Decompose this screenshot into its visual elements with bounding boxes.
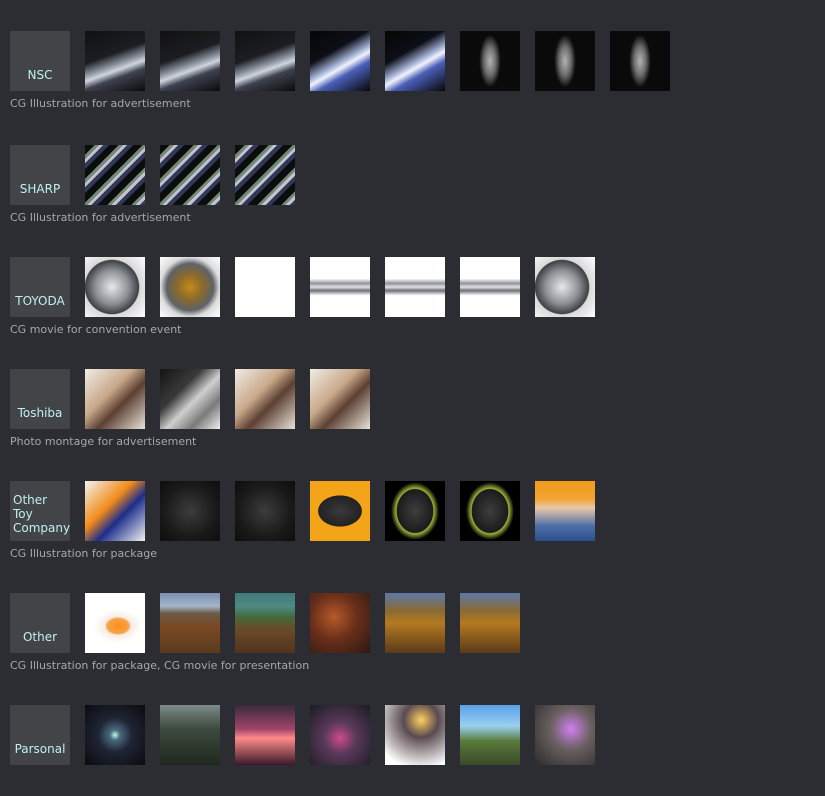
client-label-line: Toshiba — [17, 406, 63, 420]
client-label-line: NSC — [27, 68, 53, 82]
portfolio-thumbnail[interactable] — [385, 257, 445, 317]
portfolio-thumbnail[interactable] — [235, 31, 295, 91]
portfolio-thumbnail[interactable] — [85, 705, 145, 765]
portfolio-thumbnail[interactable] — [160, 481, 220, 541]
client-label-line: Company — [13, 521, 71, 535]
portfolio-thumbnail[interactable] — [460, 257, 520, 317]
portfolio-thumbnail[interactable] — [460, 705, 520, 765]
client-label-text: SHARP — [20, 182, 60, 196]
portfolio-thumbnail[interactable] — [235, 257, 295, 317]
client-label-button[interactable]: TOYODA — [10, 257, 70, 317]
portfolio-thumbnail[interactable] — [85, 369, 145, 429]
portfolio-thumbnail[interactable] — [85, 31, 145, 91]
portfolio-thumbnail[interactable] — [235, 705, 295, 765]
portfolio-thumbnail[interactable] — [310, 481, 370, 541]
client-label-text: Toshiba — [18, 406, 63, 420]
portfolio-thumbnail[interactable] — [235, 481, 295, 541]
section-caption: CG Illustration for advertisement — [10, 211, 191, 224]
client-label-line: Parsonal — [14, 742, 66, 756]
client-label-line: Other — [13, 493, 48, 507]
portfolio-thumbnail[interactable] — [610, 31, 670, 91]
client-label-text: Other Toy Company — [13, 493, 70, 535]
portfolio-thumbnail[interactable] — [235, 145, 295, 205]
portfolio-thumbnail[interactable] — [535, 257, 595, 317]
portfolio-thumbnail[interactable] — [460, 31, 520, 91]
section-caption: CG Illustration for advertisement — [10, 97, 191, 110]
client-label-button[interactable]: Other Toy Company — [10, 481, 70, 541]
portfolio-thumbnail[interactable] — [85, 145, 145, 205]
section-caption: CG Illustration for package — [10, 547, 157, 560]
client-label-button[interactable]: Toshiba — [10, 369, 70, 429]
client-label-text: TOYODA — [15, 294, 64, 308]
portfolio-thumbnail[interactable] — [535, 481, 595, 541]
portfolio-thumbnail[interactable] — [85, 481, 145, 541]
portfolio-thumbnail[interactable] — [160, 257, 220, 317]
section-caption: CG Illustration for package, CG movie fo… — [10, 659, 310, 672]
portfolio-thumbnail[interactable] — [385, 593, 445, 653]
client-label-text: Parsonal — [15, 742, 66, 756]
portfolio-thumbnail[interactable] — [385, 481, 445, 541]
portfolio-section: Other Toy Company CG Illustration for packa… — [10, 481, 810, 571]
portfolio-thumbnail[interactable] — [310, 369, 370, 429]
portfolio-thumbnail[interactable] — [85, 593, 145, 653]
portfolio-section: NSC CG Illustration for advertisement — [10, 31, 810, 121]
portfolio-thumbnail[interactable] — [310, 705, 370, 765]
portfolio-thumbnail[interactable] — [385, 31, 445, 91]
client-label-line: Toy — [13, 507, 33, 521]
portfolio-section: SHARP CG Illustration for advertisement — [10, 145, 810, 235]
portfolio-thumbnail[interactable] — [310, 593, 370, 653]
portfolio-thumbnail[interactable] — [235, 593, 295, 653]
portfolio-section: Parsonal — [10, 705, 810, 795]
client-label-text: NSC — [28, 68, 53, 82]
portfolio-thumbnail[interactable] — [160, 369, 220, 429]
portfolio-thumbnail[interactable] — [535, 31, 595, 91]
portfolio-thumbnail[interactable] — [160, 705, 220, 765]
client-label-line: SHARP — [19, 182, 61, 196]
client-label-button[interactable]: Other — [10, 593, 70, 653]
client-label-button[interactable]: SHARP — [10, 145, 70, 205]
portfolio-thumbnail[interactable] — [310, 31, 370, 91]
portfolio-thumbnail[interactable] — [160, 145, 220, 205]
portfolio-thumbnail[interactable] — [160, 31, 220, 91]
client-label-button[interactable]: NSC — [10, 31, 70, 91]
portfolio-thumbnail[interactable] — [310, 257, 370, 317]
portfolio-thumbnail[interactable] — [85, 257, 145, 317]
client-label-line: TOYODA — [15, 294, 65, 308]
section-caption: CG movie for convention event — [10, 323, 182, 336]
client-label-text: Other — [23, 630, 57, 644]
client-label-button[interactable]: Parsonal — [10, 705, 70, 765]
portfolio-thumbnail[interactable] — [460, 593, 520, 653]
portfolio-thumbnail[interactable] — [535, 705, 595, 765]
portfolio-thumbnail[interactable] — [460, 481, 520, 541]
section-caption: Photo montage for advertisement — [10, 435, 197, 448]
portfolio-thumbnail[interactable] — [160, 593, 220, 653]
portfolio-thumbnail[interactable] — [235, 369, 295, 429]
portfolio-section: Other CG Illustration for package, CG mov… — [10, 593, 810, 683]
portfolio-section: TOYODA CG movie for convention event — [10, 257, 810, 347]
portfolio-section: Toshiba Photo montage for advertisement — [10, 369, 810, 459]
portfolio-thumbnail[interactable] — [385, 705, 445, 765]
client-label-line: Other — [22, 630, 58, 644]
